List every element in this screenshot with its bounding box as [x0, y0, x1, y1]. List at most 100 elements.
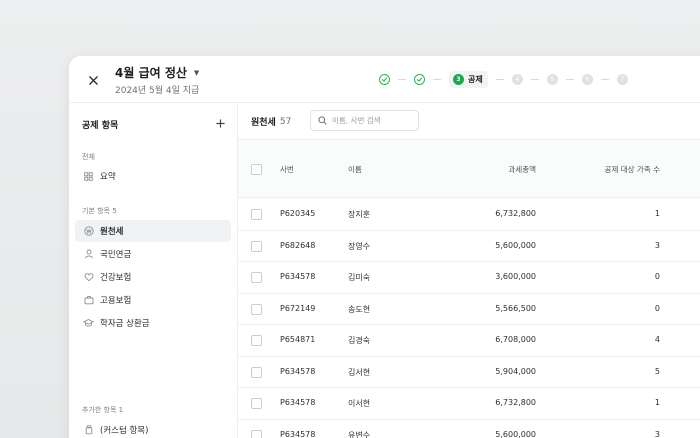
jar-icon: [83, 425, 94, 436]
sidebar-item-custom[interactable]: (커스텀 항목): [75, 419, 231, 438]
cell-employee-name: 김미숙: [348, 273, 371, 282]
step-separator: [600, 78, 609, 80]
cell-employee-name: 유변수: [348, 430, 371, 438]
step-number: 7: [616, 73, 628, 85]
cell-dependents: 0: [654, 272, 660, 281]
cell-employee-id: P672149: [280, 303, 316, 313]
sidebar-item-label: 국민연금: [100, 250, 132, 260]
cell-employee-name: 김서현: [348, 367, 371, 377]
search-box[interactable]: [310, 110, 419, 131]
table-row[interactable]: P654871 김경숙 6,708,000 4: [238, 325, 700, 357]
won-coin-icon: [83, 226, 94, 237]
column-header-id[interactable]: 사번: [280, 164, 294, 175]
sidebar-item-national-pension[interactable]: 국민연금: [75, 243, 231, 265]
caret-down-icon[interactable]: ▼: [194, 69, 199, 77]
sidebar-item-summary[interactable]: 요약: [75, 165, 231, 187]
step-number: 4: [511, 73, 523, 85]
step-2[interactable]: [414, 73, 425, 85]
cell-taxable-total: 5,600,000: [495, 240, 536, 250]
modal-header: 4월 급여 정산 ▼ 2024년 5월 4일 지급 3 공제 4 5 6 7: [69, 56, 700, 103]
check-icon: [379, 73, 390, 85]
person-icon: [83, 249, 94, 260]
group-label-added: 추가한 항목 1: [82, 406, 124, 414]
row-checkbox[interactable]: [251, 303, 262, 315]
deduction-table-panel: 원천세 57 사번 이름 과세총액 공제 대상 가족 수 P620345 장지훈 6…: [238, 103, 700, 438]
step-number: 6: [581, 73, 593, 85]
column-header-dependents[interactable]: 공제 대상 가족 수: [568, 164, 660, 175]
step-number: 5: [546, 73, 558, 85]
cell-taxable-total: 6,708,000: [495, 335, 536, 344]
cell-employee-name: 장지훈: [348, 210, 371, 219]
group-label-basic: 기본 항목 5: [82, 207, 117, 215]
row-checkbox[interactable]: [251, 429, 262, 438]
heart-icon: [83, 272, 94, 283]
select-all-checkbox[interactable]: [251, 164, 262, 175]
table-header: 사번 이름 과세총액 공제 대상 가족 수: [238, 139, 700, 198]
step-5[interactable]: 5: [546, 73, 558, 85]
step-separator: [398, 78, 406, 80]
column-header-total[interactable]: 과세총액: [488, 164, 536, 175]
table-row[interactable]: P634578 유변수 5,600,000 3: [238, 420, 700, 438]
sidebar-item-student-loan[interactable]: 학자금 상환금: [75, 312, 231, 334]
row-checkbox[interactable]: [251, 398, 262, 409]
table-row[interactable]: P634578 김서현 5,904,000 5: [238, 357, 700, 388]
cell-taxable-total: 6,732,800: [495, 398, 536, 407]
row-checkbox[interactable]: [251, 335, 262, 346]
sidebar-item-label: 요약: [100, 172, 116, 182]
cell-employee-id: P634578: [280, 272, 316, 281]
sidebar-item-health-insurance[interactable]: 건강보험: [75, 266, 231, 288]
progress-stepper: 3 공제 4 5 6 7: [379, 70, 628, 88]
search-input[interactable]: [332, 116, 412, 125]
row-checkbox[interactable]: [251, 209, 262, 220]
step-separator: [565, 78, 574, 80]
cell-taxable-total: 6,732,800: [495, 209, 536, 218]
search-icon: [318, 116, 327, 125]
step-separator: [530, 78, 539, 80]
column-header-name[interactable]: 이름: [348, 164, 362, 175]
step-separator: [433, 78, 441, 80]
add-item-button[interactable]: [216, 118, 225, 131]
cell-dependents: 3: [654, 240, 660, 250]
sidebar-item-label: 고용보험: [100, 296, 132, 306]
deduction-sidebar: 공제 항목 전체 요약 기본 항목 5 원천세 국민연금 건강보험 고용보험 학…: [69, 103, 238, 438]
step-1[interactable]: [379, 73, 390, 85]
sidebar-item-employment-insurance[interactable]: 고용보험: [75, 289, 231, 311]
cell-employee-id: P654871: [280, 335, 316, 344]
step-separator: [495, 78, 504, 80]
row-checkbox[interactable]: [251, 272, 262, 283]
close-button[interactable]: [83, 70, 103, 90]
cell-taxable-total: 5,904,000: [495, 366, 536, 376]
page-title-text: 4월 급여 정산: [115, 66, 187, 80]
table-row[interactable]: P682648 장영수 5,600,000 3: [238, 231, 700, 262]
step-7[interactable]: 7: [616, 73, 628, 85]
grid-icon: [83, 171, 94, 182]
sidebar-item-label: 원천세: [100, 227, 124, 237]
step-4[interactable]: 4: [511, 73, 523, 85]
group-label-all: 전체: [82, 153, 95, 161]
sidebar-item-label: 학자금 상환금: [100, 319, 150, 329]
cell-employee-name: 이서현: [348, 399, 371, 408]
step-6[interactable]: 6: [581, 73, 593, 85]
table-row[interactable]: P634578 이서현 6,732,800 1: [238, 388, 700, 420]
cell-taxable-total: 3,600,000: [495, 272, 536, 281]
cell-employee-name: 장영수: [348, 241, 371, 251]
cell-dependents: 1: [654, 209, 660, 218]
table-row[interactable]: P634578 김미숙 3,600,000 0: [238, 262, 700, 294]
sidebar-item-withholding-tax[interactable]: 원천세: [75, 220, 231, 242]
cell-dependents: 0: [654, 303, 660, 313]
cell-dependents: 5: [654, 366, 660, 376]
page-title[interactable]: 4월 급여 정산 ▼: [115, 64, 199, 81]
graduation-cap-icon: [83, 318, 94, 329]
sidebar-item-label: (커스텀 항목): [100, 426, 149, 436]
row-checkbox[interactable]: [251, 366, 262, 378]
sidebar-header: 공제 항목: [82, 118, 225, 131]
check-icon: [414, 73, 425, 85]
cell-employee-id: P682648: [280, 240, 316, 250]
row-checkbox[interactable]: [251, 240, 262, 252]
table-row[interactable]: P672149 송도현 5,566,500 0: [238, 294, 700, 325]
sidebar-item-label: 건강보험: [100, 273, 132, 283]
step-3-current[interactable]: 3 공제: [449, 70, 488, 88]
cell-dependents: 1: [654, 398, 660, 407]
table-row[interactable]: P620345 장지훈 6,732,800 1: [238, 199, 700, 231]
cell-employee-name: 김경숙: [348, 336, 371, 345]
